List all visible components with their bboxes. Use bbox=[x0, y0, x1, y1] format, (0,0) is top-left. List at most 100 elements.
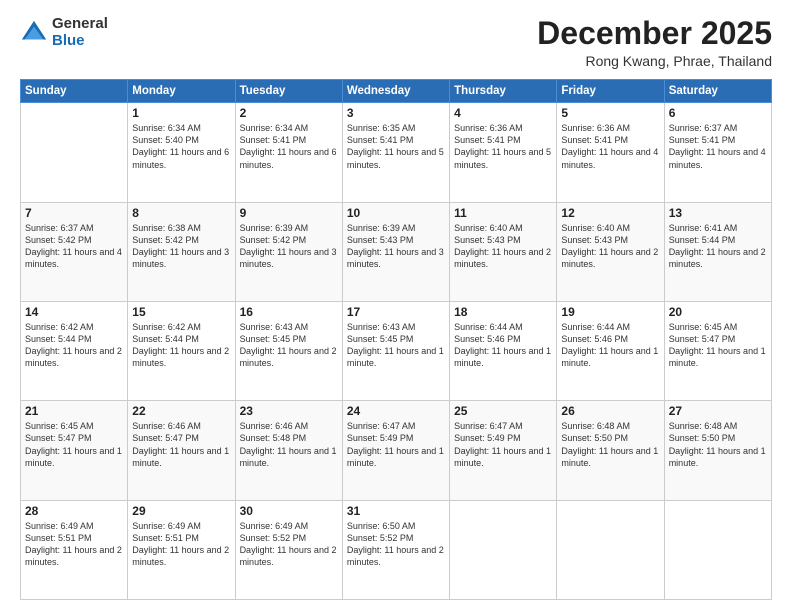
cell-sunset: Sunset: 5:47 PM bbox=[669, 334, 736, 344]
calendar-cell: 3 Sunrise: 6:35 AM Sunset: 5:41 PM Daylight… bbox=[342, 103, 449, 202]
calendar-cell: 19Sunrise: 6:44 AMSunset: 5:46 PMDayligh… bbox=[557, 301, 664, 400]
th-wednesday: Wednesday bbox=[342, 80, 449, 103]
calendar-cell: 2Sunrise: 6:34 AMSunset: 5:41 PMDaylight… bbox=[235, 103, 342, 202]
cell-daylight: Daylight: 11 hours and 1 minute. bbox=[669, 346, 766, 368]
cell-sunrise: Sunrise: 6:36 AM bbox=[454, 123, 523, 133]
cell-daylight: Daylight: 11 hours and 1 minute. bbox=[25, 446, 122, 468]
cell-sunrise: Sunrise: 6:50 AM bbox=[347, 521, 416, 531]
cell-sunset: Sunset: 5:40 PM bbox=[132, 135, 199, 145]
cell-sunset: Sunset: 5:43 PM bbox=[561, 235, 628, 245]
cell-sunset: Sunset: 5:51 PM bbox=[132, 533, 199, 543]
cell-sunrise: Sunrise: 6:48 AM bbox=[669, 421, 738, 431]
day-number: 5 bbox=[561, 106, 659, 120]
location: Rong Kwang, Phrae, Thailand bbox=[537, 53, 772, 69]
cell-sunset: Sunset: 5:45 PM bbox=[347, 334, 414, 344]
cell-sunset: Sunset: 5:48 PM bbox=[240, 433, 307, 443]
calendar-cell: 13Sunrise: 6:41 AMSunset: 5:44 PMDayligh… bbox=[664, 202, 771, 301]
calendar-cell: 17 Sunrise: 6:43 AM Sunset: 5:45 PM Dayligh… bbox=[342, 301, 449, 400]
header: General Blue December 2025 Rong Kwang, P… bbox=[20, 16, 772, 69]
cell-sunrise: Sunrise: 6:49 AM bbox=[240, 521, 309, 531]
cell-sunrise: Sunrise: 6:37 AM bbox=[669, 123, 738, 133]
day-number: 30 bbox=[240, 504, 338, 518]
cell-daylight: Daylight: 11 hours and 2 minutes. bbox=[240, 346, 337, 368]
calendar-cell: 21Sunrise: 6:45 AMSunset: 5:47 PMDayligh… bbox=[21, 401, 128, 500]
cell-sunset: Sunset: 5:41 PM bbox=[669, 135, 736, 145]
cell-sunrise: Sunrise: 6:47 AM bbox=[347, 421, 416, 431]
cell-sunrise: Sunrise: 6:49 AM bbox=[25, 521, 94, 531]
day-number: 11 bbox=[454, 206, 552, 220]
calendar-cell: 8Sunrise: 6:38 AMSunset: 5:42 PMDaylight… bbox=[128, 202, 235, 301]
day-number: 4 bbox=[454, 106, 552, 120]
th-monday: Monday bbox=[128, 80, 235, 103]
cell-daylight: Daylight: 11 hours and 1 minute. bbox=[132, 446, 229, 468]
day-number: 7 bbox=[25, 206, 123, 220]
day-number: 17 bbox=[347, 305, 445, 319]
cell-sunset: Sunset: 5:44 PM bbox=[25, 334, 92, 344]
cell-daylight: Daylight: 11 hours and 5 minutes. bbox=[454, 147, 551, 169]
calendar-cell bbox=[664, 500, 771, 599]
day-number: 22 bbox=[132, 404, 230, 418]
cell-sunset: Sunset: 5:42 PM bbox=[240, 235, 307, 245]
day-number: 12 bbox=[561, 206, 659, 220]
cell-daylight: Daylight: 11 hours and 3 minutes. bbox=[132, 247, 229, 269]
cell-sunrise: Sunrise: 6:46 AM bbox=[132, 421, 201, 431]
cell-sunset: Sunset: 5:41 PM bbox=[454, 135, 521, 145]
cell-sunset: Sunset: 5:41 PM bbox=[347, 135, 414, 145]
cell-sunrise: Sunrise: 6:37 AM bbox=[25, 223, 94, 233]
cell-sunrise: Sunrise: 6:40 AM bbox=[454, 223, 523, 233]
day-number: 6 bbox=[669, 106, 767, 120]
cell-sunrise: Sunrise: 6:38 AM bbox=[132, 223, 201, 233]
cell-daylight: Daylight: 11 hours and 2 minutes. bbox=[132, 545, 229, 567]
cell-sunrise: Sunrise: 6:39 AM bbox=[240, 223, 309, 233]
cell-daylight: Daylight: 11 hours and 3 minutes. bbox=[347, 247, 444, 269]
calendar-cell: 25Sunrise: 6:47 AMSunset: 5:49 PMDayligh… bbox=[450, 401, 557, 500]
th-tuesday: Tuesday bbox=[235, 80, 342, 103]
cell-daylight: Daylight: 11 hours and 1 minute. bbox=[347, 346, 444, 368]
calendar-cell bbox=[557, 500, 664, 599]
calendar-cell: 28Sunrise: 6:49 AMSunset: 5:51 PMDayligh… bbox=[21, 500, 128, 599]
day-number: 16 bbox=[240, 305, 338, 319]
th-friday: Friday bbox=[557, 80, 664, 103]
day-number: 2 bbox=[240, 106, 338, 120]
calendar-cell: 26Sunrise: 6:48 AMSunset: 5:50 PMDayligh… bbox=[557, 401, 664, 500]
day-number: 27 bbox=[669, 404, 767, 418]
cell-daylight: Daylight: 11 hours and 2 minutes. bbox=[347, 545, 444, 567]
weekday-header-row: Sunday Monday Tuesday Wednesday Thursday… bbox=[21, 80, 772, 103]
cell-daylight: Daylight: 11 hours and 2 minutes. bbox=[240, 545, 337, 567]
calendar-cell: 18Sunrise: 6:44 AMSunset: 5:46 PMDayligh… bbox=[450, 301, 557, 400]
day-number: 8 bbox=[132, 206, 230, 220]
cell-sunset: Sunset: 5:51 PM bbox=[25, 533, 92, 543]
cell-daylight: Daylight: 11 hours and 2 minutes. bbox=[25, 346, 122, 368]
cell-sunrise: Sunrise: 6:39 AM bbox=[347, 223, 416, 233]
cell-sunrise: Sunrise: 6:35 AM bbox=[347, 123, 416, 133]
day-number: 3 bbox=[347, 106, 445, 120]
cell-daylight: Daylight: 11 hours and 3 minutes. bbox=[240, 247, 337, 269]
day-number: 9 bbox=[240, 206, 338, 220]
cell-sunset: Sunset: 5:49 PM bbox=[347, 433, 414, 443]
cell-sunset: Sunset: 5:52 PM bbox=[347, 533, 414, 543]
calendar-cell: 10Sunrise: 6:39 AMSunset: 5:43 PMDayligh… bbox=[342, 202, 449, 301]
cell-sunrise: Sunrise: 6:43 AM bbox=[347, 322, 416, 332]
cell-sunset: Sunset: 5:47 PM bbox=[25, 433, 92, 443]
cell-sunset: Sunset: 5:44 PM bbox=[132, 334, 199, 344]
day-number: 25 bbox=[454, 404, 552, 418]
cell-daylight: Daylight: 11 hours and 6 minutes. bbox=[132, 147, 229, 169]
day-number: 19 bbox=[561, 305, 659, 319]
calendar-cell: 30 Sunrise: 6:49 AM Sunset: 5:52 PM Dayligh… bbox=[235, 500, 342, 599]
cell-sunset: Sunset: 5:52 PM bbox=[240, 533, 307, 543]
cell-sunset: Sunset: 5:47 PM bbox=[132, 433, 199, 443]
calendar-cell: 14Sunrise: 6:42 AMSunset: 5:44 PMDayligh… bbox=[21, 301, 128, 400]
cell-daylight: Daylight: 11 hours and 1 minute. bbox=[561, 346, 658, 368]
th-saturday: Saturday bbox=[664, 80, 771, 103]
day-number: 18 bbox=[454, 305, 552, 319]
cell-sunset: Sunset: 5:41 PM bbox=[561, 135, 628, 145]
cell-daylight: Daylight: 11 hours and 2 minutes. bbox=[25, 545, 122, 567]
day-number: 23 bbox=[240, 404, 338, 418]
cell-sunset: Sunset: 5:49 PM bbox=[454, 433, 521, 443]
logo-icon bbox=[20, 19, 48, 47]
cell-daylight: Daylight: 11 hours and 5 minutes. bbox=[347, 147, 444, 169]
cell-sunrise: Sunrise: 6:42 AM bbox=[25, 322, 94, 332]
cell-sunset: Sunset: 5:43 PM bbox=[454, 235, 521, 245]
calendar-cell bbox=[450, 500, 557, 599]
calendar-cell: 24Sunrise: 6:47 AMSunset: 5:49 PMDayligh… bbox=[342, 401, 449, 500]
